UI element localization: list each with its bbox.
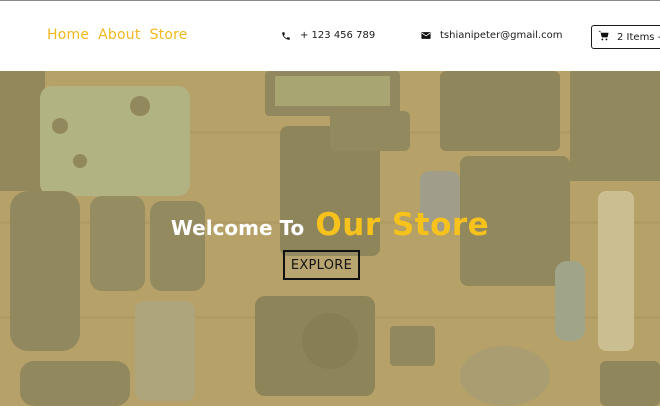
hero-banner: Welcome To Our Store EXPLORE — [0, 71, 660, 406]
navbar: Home About Store + 123 456 789 tshianipe… — [0, 0, 660, 71]
cart-icon — [598, 30, 609, 44]
nav-link-store[interactable]: Store — [150, 27, 188, 43]
cart-label: 2 Items - I — [617, 31, 660, 43]
hero-store-name: Our Store — [315, 207, 490, 243]
explore-button[interactable]: EXPLORE — [283, 250, 360, 280]
email-address[interactable]: tshianipeter@gmail.com — [440, 30, 563, 41]
phone-number: + 123 456 789 — [300, 30, 376, 41]
nav-link-home[interactable]: Home — [47, 27, 89, 43]
nav-link-about[interactable]: About — [98, 27, 140, 43]
hero-headline: Welcome To Our Store — [0, 205, 660, 243]
cart-button[interactable]: 2 Items - I — [591, 25, 660, 49]
contact-phone: + 123 456 789 — [281, 30, 375, 41]
phone-icon — [281, 31, 291, 41]
contact-email: tshianipeter@gmail.com — [421, 30, 563, 41]
envelope-icon — [421, 31, 431, 40]
nav-links: Home About Store — [47, 27, 188, 43]
hero-welcome-text: Welcome To — [170, 216, 305, 240]
